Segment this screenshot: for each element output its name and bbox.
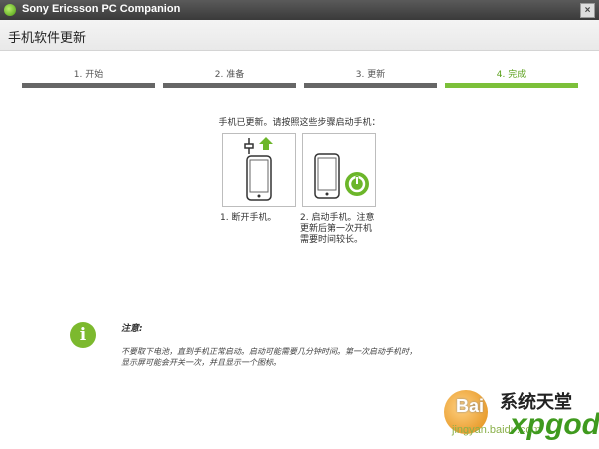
watermark-brand: xpgod bbox=[510, 408, 599, 441]
title-bar: Sony Ericsson PC Companion × bbox=[0, 0, 599, 20]
step-caption-start: 2. 启动手机。注意更新后第一次开机需要时间较长。 bbox=[300, 213, 375, 245]
step-label: 2. 准备 bbox=[214, 70, 245, 80]
step-bar bbox=[445, 83, 578, 88]
page-header: 手机软件更新 bbox=[0, 20, 599, 51]
watermark: Bai 系统天堂 jingyan.baidu.com xpgod bbox=[440, 384, 599, 449]
window-title: Sony Ericsson PC Companion bbox=[22, 3, 181, 15]
step-label: 1. 开始 bbox=[73, 70, 104, 80]
step-bar bbox=[304, 83, 437, 88]
step-prepare: 2. 准备 bbox=[163, 66, 296, 90]
phone-power-icon bbox=[314, 153, 369, 199]
start-phone-illustration bbox=[302, 133, 376, 207]
app-logo-icon bbox=[4, 4, 16, 16]
note-text: 不要取下电池，直到手机正常启动。启动可能需要几分钟时间。第一次启动手机时，显示屏… bbox=[121, 347, 417, 367]
info-icon: i bbox=[70, 322, 96, 348]
close-button[interactable]: × bbox=[580, 3, 595, 18]
page-title: 手机软件更新 bbox=[8, 31, 87, 46]
note-title: 注意: bbox=[121, 324, 143, 334]
step-bar bbox=[22, 83, 155, 88]
watermark-baidu: Bai bbox=[456, 396, 485, 416]
progress-steps: 1. 开始 2. 准备 3. 更新 4. 完成 bbox=[22, 66, 578, 90]
step-start: 1. 开始 bbox=[22, 66, 155, 90]
step-bar bbox=[163, 83, 296, 88]
disconnect-phone-illustration bbox=[222, 133, 296, 207]
step-finish: 4. 完成 bbox=[445, 66, 578, 90]
instruction-text: 手机已更新。请按照这些步骤启动手机： bbox=[218, 118, 381, 128]
step-label: 3. 更新 bbox=[355, 70, 386, 80]
phone-disconnect-icon bbox=[244, 137, 273, 201]
step-update: 3. 更新 bbox=[304, 66, 437, 90]
step-label: 4. 完成 bbox=[496, 70, 527, 80]
step-caption-disconnect: 1. 断开手机。 bbox=[220, 213, 277, 223]
